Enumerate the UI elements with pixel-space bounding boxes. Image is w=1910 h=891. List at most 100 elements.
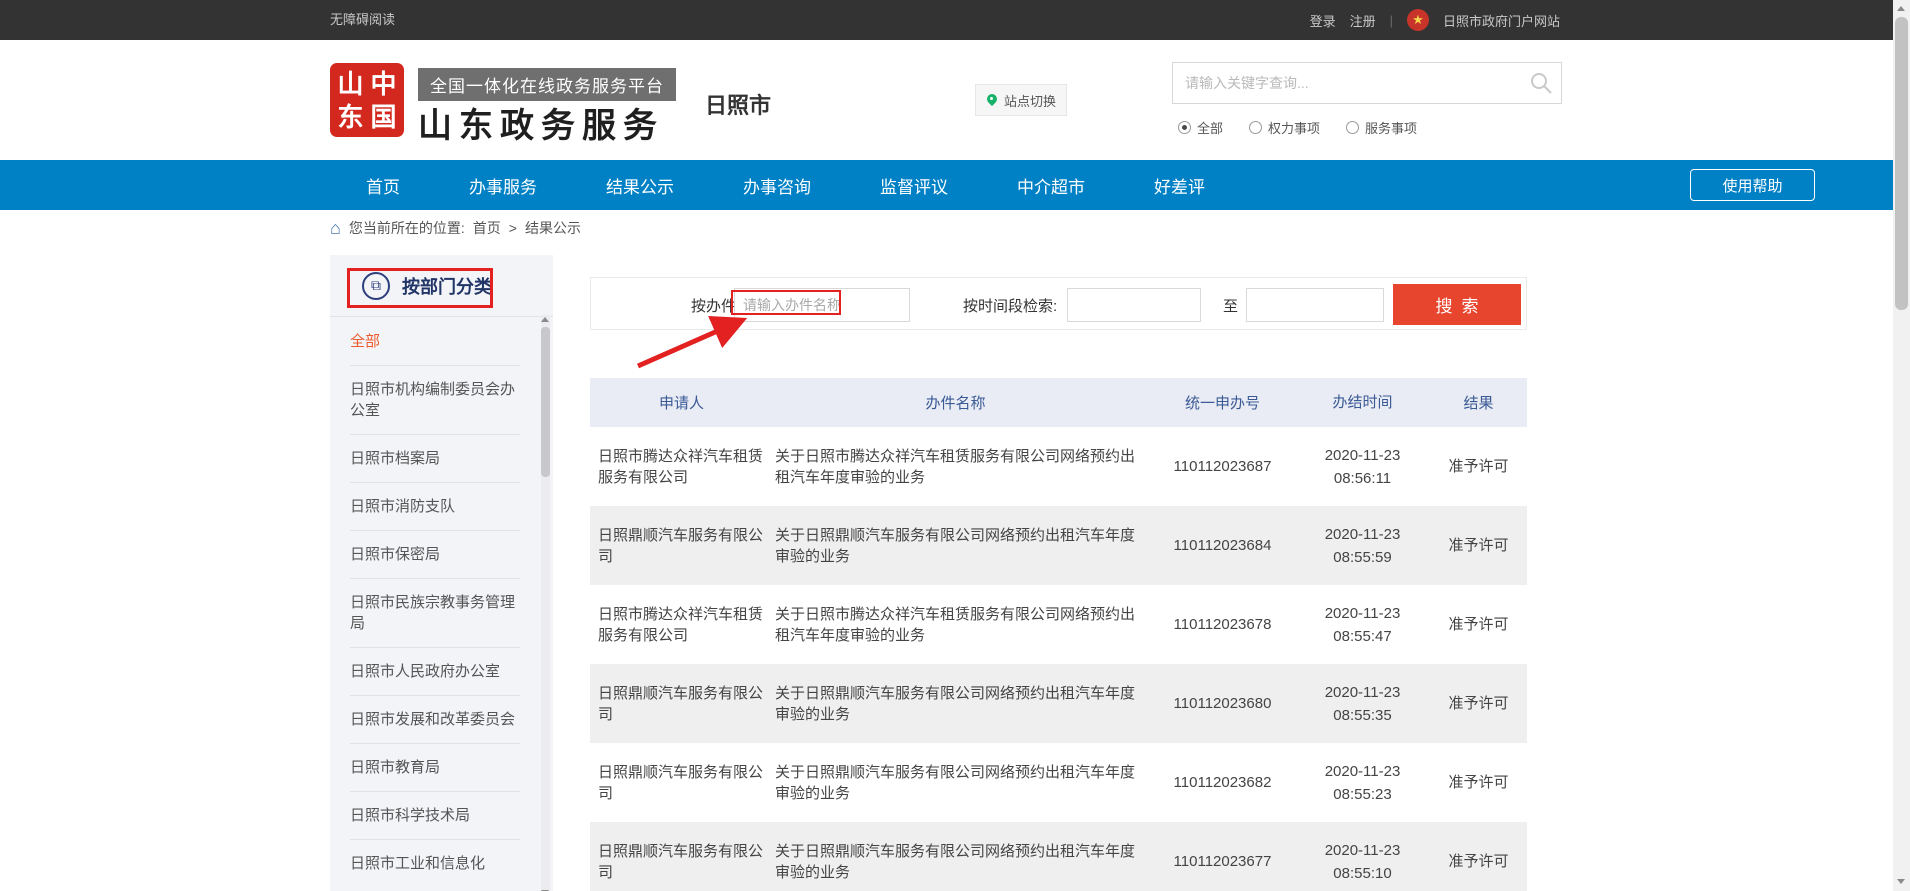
sidebar-scrollbar[interactable] bbox=[541, 315, 550, 891]
top-utility-bar: 无障碍阅读 登录 注册 | ★ 日照市政府门户网站 bbox=[0, 0, 1910, 40]
filter-time-label: 按时间段检索: bbox=[963, 295, 1057, 316]
help-button[interactable]: 使用帮助 bbox=[1690, 169, 1815, 201]
sidebar-department-item[interactable]: 日照市档案局 bbox=[350, 435, 520, 483]
sidebar-department-item[interactable]: 日照市人民政府办公室 bbox=[350, 648, 520, 696]
nav-consult[interactable]: 办事咨询 bbox=[743, 173, 811, 198]
register-link[interactable]: 注册 bbox=[1350, 11, 1376, 30]
sidebar-department-item[interactable]: 日照市科学技术局 bbox=[350, 792, 520, 840]
finish-time-cell: 2020-11-23 08:56:11 bbox=[1295, 444, 1430, 490]
radio-label: 全部 bbox=[1197, 118, 1223, 137]
item-name-cell: 关于日照市腾达众祥汽车租赁服务有限公司网络预约出租汽车年度审验的业务 bbox=[775, 446, 1150, 488]
scroll-up-icon[interactable] bbox=[1897, 6, 1905, 11]
col-header-item-name: 办件名称 bbox=[775, 392, 1150, 413]
keyword-search-input[interactable] bbox=[1173, 63, 1513, 103]
radio-dot-icon bbox=[1249, 121, 1262, 134]
nav-services[interactable]: 办事服务 bbox=[469, 173, 537, 198]
table-row[interactable]: 日照市腾达众祥汽车租赁服务有限公司 关于日照市腾达众祥汽车租赁服务有限公司网络预… bbox=[590, 427, 1527, 506]
sidebar-header-by-department[interactable]: ⧉ 按部门分类 bbox=[330, 255, 553, 317]
topbar-right-group: 登录 注册 | ★ 日照市政府门户网站 bbox=[1310, 0, 1560, 40]
col-header-finish-time: 办结时间 bbox=[1295, 391, 1430, 414]
date-end-input[interactable] bbox=[1246, 288, 1384, 322]
brand-title: 山东政务服务 bbox=[418, 98, 664, 147]
accessibility-link[interactable]: 无障碍阅读 bbox=[330, 0, 395, 40]
nav-rating[interactable]: 好差评 bbox=[1154, 173, 1205, 198]
finish-clock: 08:55:35 bbox=[1295, 704, 1430, 727]
radio-all[interactable]: 全部 bbox=[1178, 118, 1223, 137]
applicant-cell: 日照市腾达众祥汽车租赁服务有限公司 bbox=[590, 604, 775, 646]
item-name-input[interactable] bbox=[734, 288, 910, 322]
sidebar-department-item[interactable]: 日照市保密局 bbox=[350, 531, 520, 579]
apply-no-cell: 110112023682 bbox=[1150, 772, 1295, 793]
site-switch-label: 站点切换 bbox=[1004, 91, 1056, 110]
search-button[interactable]: 搜索 bbox=[1393, 284, 1521, 325]
department-sidebar: ⧉ 按部门分类 全部日照市机构编制委员会办公室日照市档案局日照市消防支队日照市保… bbox=[330, 255, 553, 891]
table-row[interactable]: 日照鼎顺汽车服务有限公司 关于日照鼎顺汽车服务有限公司网络预约出租汽车年度审验的… bbox=[590, 743, 1527, 822]
date-start-input[interactable] bbox=[1067, 288, 1201, 322]
table-row[interactable]: 日照鼎顺汽车服务有限公司 关于日照鼎顺汽车服务有限公司网络预约出租汽车年度审验的… bbox=[590, 664, 1527, 743]
finish-clock: 08:55:23 bbox=[1295, 783, 1430, 806]
nav-results[interactable]: 结果公示 bbox=[606, 173, 674, 198]
radio-label: 权力事项 bbox=[1268, 118, 1320, 137]
radio-service-items[interactable]: 服务事项 bbox=[1346, 118, 1417, 137]
main-nav-bar: 首页 办事服务 结果公示 办事咨询 监督评议 中介超市 好差评 使用帮助 bbox=[0, 160, 1910, 210]
result-cell: 准予许可 bbox=[1430, 614, 1527, 635]
table-row[interactable]: 日照鼎顺汽车服务有限公司 关于日照鼎顺汽车服务有限公司网络预约出租汽车年度审验的… bbox=[590, 822, 1527, 891]
nav-intermediary[interactable]: 中介超市 bbox=[1017, 173, 1085, 198]
platform-badge: 全国一体化在线政务服务平台 bbox=[418, 68, 676, 101]
finish-date: 2020-11-23 bbox=[1295, 523, 1430, 546]
sidebar-department-item[interactable]: 日照市教育局 bbox=[350, 744, 520, 792]
page-scroll-thumb[interactable] bbox=[1895, 17, 1908, 310]
table-row[interactable]: 日照市腾达众祥汽车租赁服务有限公司 关于日照市腾达众祥汽车租赁服务有限公司网络预… bbox=[590, 585, 1527, 664]
portal-link[interactable]: 日照市政府门户网站 bbox=[1443, 11, 1560, 30]
finish-time-cell: 2020-11-23 08:55:59 bbox=[1295, 523, 1430, 569]
finish-date: 2020-11-23 bbox=[1295, 444, 1430, 467]
result-cell: 准予许可 bbox=[1430, 535, 1527, 556]
sidebar-department-item[interactable]: 日照市工业和信息化 bbox=[350, 840, 520, 887]
breadcrumb-current[interactable]: 结果公示 bbox=[525, 218, 581, 238]
seal-char: 中 bbox=[370, 69, 396, 99]
radio-power-items[interactable]: 权力事项 bbox=[1249, 118, 1320, 137]
filter-bar: 按办件名称: 按时间段检索: 至 搜索 bbox=[590, 277, 1527, 330]
finish-date: 2020-11-23 bbox=[1295, 760, 1430, 783]
apply-no-cell: 110112023684 bbox=[1150, 535, 1295, 556]
site-switch-button[interactable]: 站点切换 bbox=[975, 84, 1067, 116]
search-scope-radios: 全部 权力事项 服务事项 bbox=[1178, 118, 1417, 137]
page: 无障碍阅读 登录 注册 | ★ 日照市政府门户网站 山 中 东 国 全国一体化在… bbox=[0, 0, 1910, 891]
scroll-up-icon[interactable] bbox=[541, 317, 549, 322]
table-body: 日照市腾达众祥汽车租赁服务有限公司 关于日照市腾达众祥汽车租赁服务有限公司网络预… bbox=[590, 427, 1527, 891]
applicant-cell: 日照鼎顺汽车服务有限公司 bbox=[590, 841, 775, 883]
home-icon: ⌂ bbox=[330, 221, 341, 235]
sidebar-department-item[interactable]: 日照市消防支队 bbox=[350, 483, 520, 531]
seal-char: 东 bbox=[337, 102, 363, 132]
city-name: 日照市 bbox=[705, 88, 771, 120]
topbar-divider: | bbox=[1390, 13, 1393, 28]
nav-items: 首页 办事服务 结果公示 办事咨询 监督评议 中介超市 好差评 bbox=[366, 160, 1205, 210]
col-header-applicant: 申请人 bbox=[590, 392, 775, 413]
page-scrollbar[interactable] bbox=[1893, 0, 1910, 891]
finish-clock: 08:55:10 bbox=[1295, 862, 1430, 885]
item-name-cell: 关于日照鼎顺汽车服务有限公司网络预约出租汽车年度审验的业务 bbox=[775, 762, 1150, 804]
sidebar-department-item[interactable]: 全部 bbox=[350, 318, 520, 366]
search-icon[interactable] bbox=[1529, 71, 1553, 95]
nav-supervision[interactable]: 监督评议 bbox=[880, 173, 948, 198]
result-cell: 准予许可 bbox=[1430, 851, 1527, 872]
sidebar-department-item[interactable]: 日照市机构编制委员会办公室 bbox=[350, 366, 520, 435]
finish-time-cell: 2020-11-23 08:55:23 bbox=[1295, 760, 1430, 806]
finish-clock: 08:55:47 bbox=[1295, 625, 1430, 648]
scroll-down-icon[interactable] bbox=[1897, 879, 1905, 884]
item-name-cell: 关于日照鼎顺汽车服务有限公司网络预约出租汽车年度审验的业务 bbox=[775, 683, 1150, 725]
sidebar-department-item[interactable]: 日照市民族宗教事务管理局 bbox=[350, 579, 520, 648]
item-name-cell: 关于日照鼎顺汽车服务有限公司网络预约出租汽车年度审验的业务 bbox=[775, 525, 1150, 567]
seal-char: 国 bbox=[370, 102, 396, 132]
nav-home[interactable]: 首页 bbox=[366, 173, 400, 198]
radio-label: 服务事项 bbox=[1365, 118, 1417, 137]
breadcrumb: ⌂ 您当前所在的位置: 首页 > 结果公示 bbox=[330, 218, 581, 238]
breadcrumb-home-link[interactable]: 首页 bbox=[473, 218, 501, 238]
result-cell: 准予许可 bbox=[1430, 456, 1527, 477]
sidebar-department-item[interactable]: 日照市发展和改革委员会 bbox=[350, 696, 520, 744]
sidebar-scroll-thumb[interactable] bbox=[541, 327, 550, 477]
breadcrumb-separator: > bbox=[509, 220, 517, 236]
breadcrumb-prefix: 您当前所在的位置: bbox=[349, 218, 465, 238]
table-row[interactable]: 日照鼎顺汽车服务有限公司 关于日照鼎顺汽车服务有限公司网络预约出租汽车年度审验的… bbox=[590, 506, 1527, 585]
login-link[interactable]: 登录 bbox=[1310, 11, 1336, 30]
